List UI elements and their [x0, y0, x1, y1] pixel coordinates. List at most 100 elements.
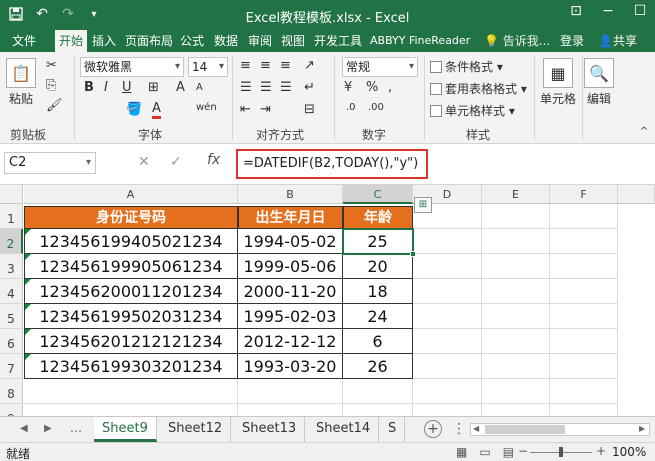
error-indicator-icon[interactable]: [25, 229, 31, 235]
table-data-cell[interactable]: 123456199303201234: [24, 354, 238, 379]
cell-f8[interactable]: [550, 379, 618, 404]
sheet-tab-sheet13[interactable]: Sheet13: [234, 417, 306, 442]
cell-e2[interactable]: [482, 229, 550, 254]
insert-function-button[interactable]: fx: [207, 152, 220, 168]
number-format-select[interactable]: 常规: [342, 57, 418, 77]
table-data-cell[interactable]: 26: [343, 354, 413, 379]
zoom-out-button[interactable]: −: [518, 444, 528, 458]
cell-f7[interactable]: [550, 354, 618, 379]
conditional-formatting-button[interactable]: 条件格式 ▾: [430, 58, 503, 75]
next-sheet-icon[interactable]: ▶: [44, 423, 52, 434]
row-header-7[interactable]: 7: [0, 354, 23, 379]
sheet-tab-sheet9[interactable]: Sheet9: [94, 417, 157, 442]
select-all-corner[interactable]: [0, 185, 23, 204]
border-icon[interactable]: ⊞: [148, 80, 159, 95]
cell-a8[interactable]: [24, 379, 238, 404]
cut-icon[interactable]: ✂: [46, 58, 57, 73]
paste-options-icon[interactable]: ⊞: [414, 197, 432, 213]
cell-b9[interactable]: [238, 404, 343, 416]
tab-page-layout[interactable]: 页面布局: [121, 30, 177, 52]
tab-review[interactable]: 审阅: [244, 30, 276, 52]
table-data-cell[interactable]: 6: [343, 329, 413, 354]
align-right-icon[interactable]: ☰: [280, 80, 292, 95]
tab-data[interactable]: 数据: [210, 30, 242, 52]
cell-e6[interactable]: [482, 329, 550, 354]
row-header-4[interactable]: 4: [0, 279, 23, 304]
align-bottom-icon[interactable]: ≡: [280, 58, 291, 73]
cell-f6[interactable]: [550, 329, 618, 354]
currency-icon[interactable]: ¥: [344, 80, 352, 95]
cell-c8[interactable]: [343, 379, 413, 404]
table-data-cell[interactable]: 18: [343, 279, 413, 304]
increase-decimal-icon[interactable]: .0: [346, 102, 356, 113]
add-sheet-icon[interactable]: +: [424, 420, 442, 438]
worksheet-grid[interactable]: A B C D E F 1 身份证号码 出生年月日 年龄 2 123456199405021234 19…: [0, 185, 655, 416]
cell-e9[interactable]: [482, 404, 550, 416]
column-header-g[interactable]: [618, 185, 655, 204]
copy-icon[interactable]: ⎘: [46, 78, 56, 93]
cell-d5[interactable]: [413, 304, 482, 329]
cell-d7[interactable]: [413, 354, 482, 379]
horizontal-scrollbar[interactable]: ◀ ▶: [470, 423, 650, 436]
more-sheets-icon[interactable]: …: [70, 421, 82, 435]
row-header-5[interactable]: 5: [0, 304, 23, 329]
login-link[interactable]: 登录: [560, 30, 584, 52]
align-top-icon[interactable]: ≡: [240, 58, 251, 73]
table-data-cell[interactable]: 24: [343, 304, 413, 329]
prev-sheet-icon[interactable]: ◀: [20, 423, 28, 434]
cell-f2[interactable]: [550, 229, 618, 254]
cells-button[interactable]: ▦ 单元格: [540, 58, 576, 107]
cell-e1[interactable]: [482, 204, 550, 229]
table-data-cell[interactable]: 1993-03-20: [238, 354, 343, 379]
tab-file[interactable]: 文件: [8, 30, 40, 52]
align-middle-icon[interactable]: ≡: [260, 58, 271, 73]
table-data-cell[interactable]: 25: [343, 229, 413, 254]
phonetic-button[interactable]: wén: [196, 102, 217, 113]
page-break-view-icon[interactable]: ▤: [503, 445, 514, 459]
cell-e5[interactable]: [482, 304, 550, 329]
formula-input[interactable]: =DATEDIF(B2,TODAY(),"y"): [243, 156, 418, 171]
orientation-icon[interactable]: ↗: [304, 58, 315, 73]
scrollbar-thumb[interactable]: [485, 425, 565, 434]
table-data-cell[interactable]: 1999-05-06: [238, 254, 343, 279]
table-header-cell[interactable]: 年龄: [343, 206, 413, 229]
sheet-tab-partial[interactable]: S: [380, 417, 406, 442]
fill-handle[interactable]: [410, 251, 416, 257]
cell-f4[interactable]: [550, 279, 618, 304]
cell-d9[interactable]: [413, 404, 482, 416]
table-data-cell[interactable]: 20: [343, 254, 413, 279]
tab-insert[interactable]: 插入: [88, 30, 120, 52]
cell-f3[interactable]: [550, 254, 618, 279]
table-data-cell[interactable]: 1995-02-03: [238, 304, 343, 329]
paste-button[interactable]: 📋 粘贴: [6, 58, 36, 107]
zoom-in-button[interactable]: +: [596, 444, 606, 458]
tab-formulas[interactable]: 公式: [176, 30, 208, 52]
cell-e4[interactable]: [482, 279, 550, 304]
table-data-cell[interactable]: 123456199502031234: [24, 304, 238, 329]
font-name-select[interactable]: 微软雅黑: [80, 57, 184, 77]
row-header-1[interactable]: 1: [0, 204, 23, 229]
percent-icon[interactable]: %: [366, 80, 378, 95]
column-header-c[interactable]: C: [343, 185, 413, 204]
sheet-tab-sheet14[interactable]: Sheet14: [308, 417, 380, 442]
cell-e8[interactable]: [482, 379, 550, 404]
cell-f9[interactable]: [550, 404, 618, 416]
cell-e3[interactable]: [482, 254, 550, 279]
ribbon-display-icon[interactable]: ⊡: [565, 3, 587, 19]
italic-button[interactable]: I: [104, 80, 108, 95]
row-header-8[interactable]: 8: [0, 379, 23, 404]
tab-split-handle[interactable]: ⋮: [452, 421, 466, 437]
wrap-text-icon[interactable]: ↵: [304, 80, 315, 95]
tab-developer[interactable]: 开发工具: [310, 30, 366, 52]
underline-button[interactable]: U: [122, 80, 132, 95]
cell-c9[interactable]: [343, 404, 413, 416]
fill-color-icon[interactable]: 🪣: [126, 102, 142, 117]
cell-e7[interactable]: [482, 354, 550, 379]
error-indicator-icon[interactable]: [25, 254, 31, 260]
minimize-icon[interactable]: −: [597, 3, 619, 19]
table-header-cell[interactable]: 出生年月日: [238, 206, 343, 229]
format-as-table-button[interactable]: 套用表格格式 ▾: [430, 80, 527, 97]
cell-a9[interactable]: [24, 404, 238, 416]
maximize-icon[interactable]: ☐: [629, 3, 651, 19]
zoom-level[interactable]: 100%: [612, 445, 646, 459]
